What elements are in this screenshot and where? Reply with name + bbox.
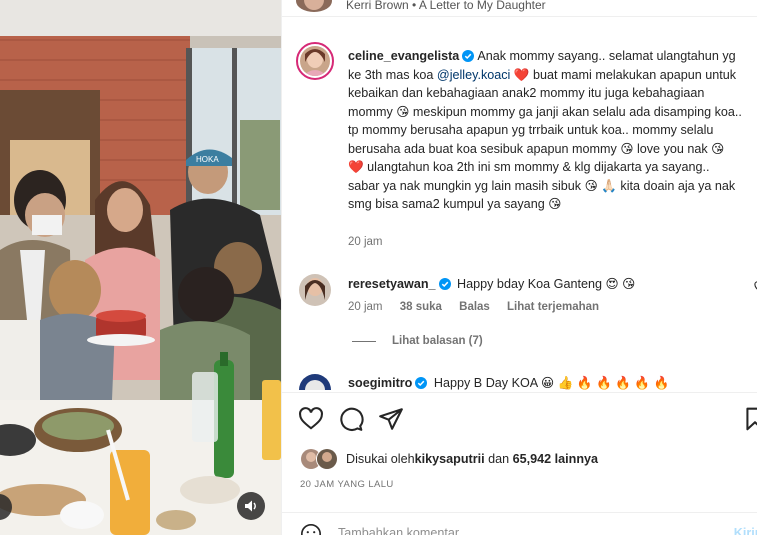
post-panel: Kerri Brown • A Letter to My Daughter ce… bbox=[281, 0, 757, 535]
previous-comment-text: Kerri Brown • A Letter to My Daughter bbox=[346, 0, 546, 12]
comment-text: Happy B Day KOA 😀 👍 🔥 🔥 🔥 🔥 🔥 bbox=[433, 376, 670, 390]
comment-text: Happy bday Koa Ganteng 😍 😘 bbox=[457, 277, 636, 291]
reply-button[interactable]: Balas bbox=[459, 301, 490, 313]
view-replies-button[interactable]: Lihat balasan (7) bbox=[352, 335, 483, 347]
author-username[interactable]: celine_evangelista bbox=[348, 49, 459, 63]
comment-row: reresetyawan_ Happy bday Koa Ganteng 😍 😘 bbox=[348, 276, 635, 291]
verified-badge-icon bbox=[438, 278, 451, 290]
post-caption: celine_evangelista Anak mommy sayang.. se… bbox=[348, 47, 743, 214]
liker-username[interactable]: kikysaputrii bbox=[415, 452, 485, 466]
liker-avatar[interactable] bbox=[316, 448, 338, 470]
verified-badge-icon bbox=[415, 377, 428, 389]
volume-button[interactable] bbox=[237, 492, 265, 520]
author-avatar[interactable] bbox=[296, 42, 334, 80]
comment-row: soegimitro Happy B Day KOA 😀 👍 🔥 🔥 🔥 🔥 🔥 bbox=[348, 375, 669, 390]
view-replies-label: Lihat balasan (7) bbox=[392, 335, 483, 347]
likes-summary: Disukai oleh kikysaputrii dan 65,942 lai… bbox=[300, 448, 598, 470]
post-comment-button[interactable]: Kirim bbox=[734, 526, 757, 535]
caption-text-part2: ❤️ buat mami melakukan apapun untuk keba… bbox=[348, 67, 742, 212]
likes-middle: dan bbox=[484, 452, 513, 466]
svg-text:HOKA: HOKA bbox=[196, 155, 219, 164]
heart-icon[interactable] bbox=[298, 406, 324, 432]
previous-comment-row: Kerri Brown • A Letter to My Daughter bbox=[282, 0, 757, 17]
translate-button[interactable]: Lihat terjemahan bbox=[507, 301, 599, 313]
volume-icon bbox=[245, 500, 256, 512]
comment-input[interactable]: Tambahkan komentar... bbox=[338, 526, 469, 535]
share-icon[interactable] bbox=[378, 406, 404, 432]
video-frame: HOKA bbox=[0, 0, 281, 535]
likes-count[interactable]: 65,942 lainnya bbox=[513, 452, 598, 466]
commenter-username[interactable]: reresetyawan_ bbox=[348, 277, 436, 291]
verified-badge-icon bbox=[462, 50, 475, 62]
post-date[interactable]: 20 JAM YANG LALU bbox=[300, 479, 394, 490]
comment-row-clip: soegimitro Happy B Day KOA 😀 👍 🔥 🔥 🔥 🔥 🔥 bbox=[282, 370, 757, 390]
commenter-avatar[interactable] bbox=[299, 374, 331, 390]
comment-meta: 20 jam 38 suka Balas Lihat terjemahan bbox=[348, 301, 613, 313]
action-bar bbox=[282, 392, 757, 443]
smile-icon[interactable] bbox=[300, 523, 322, 535]
divider bbox=[352, 340, 376, 342]
bookmark-icon[interactable] bbox=[742, 406, 757, 432]
add-comment-bar: Tambahkan komentar... Kirim bbox=[282, 512, 757, 535]
commenter-avatar[interactable] bbox=[299, 274, 331, 306]
post-timestamp[interactable]: 20 jam bbox=[348, 236, 383, 248]
commenter-username[interactable]: soegimitro bbox=[348, 376, 412, 390]
mention-link[interactable]: @jelley.koaci bbox=[437, 68, 510, 82]
avatar[interactable] bbox=[296, 0, 332, 12]
comment-likes[interactable]: 38 suka bbox=[400, 301, 442, 313]
comment-icon[interactable] bbox=[338, 406, 364, 432]
comment-time[interactable]: 20 jam bbox=[348, 301, 383, 313]
likes-prefix: Disukai oleh bbox=[346, 452, 415, 466]
post-video[interactable]: HOKA bbox=[0, 0, 281, 535]
